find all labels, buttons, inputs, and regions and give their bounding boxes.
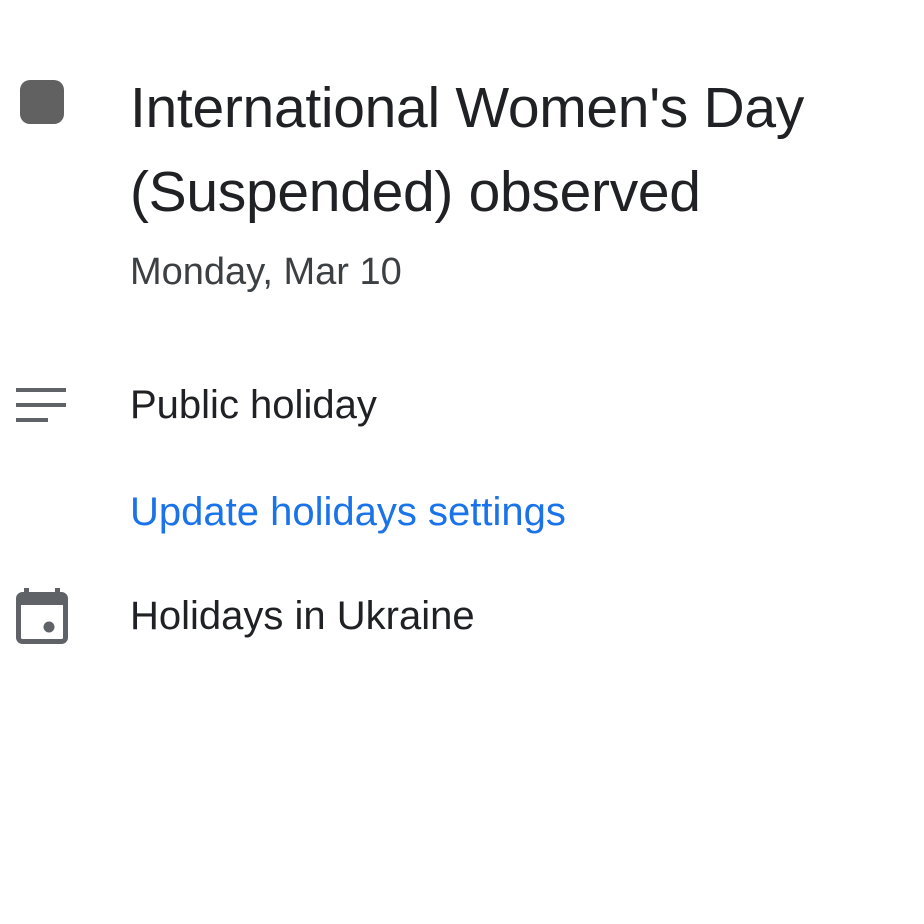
calendar-name: Holidays in Ukraine bbox=[130, 594, 475, 638]
update-holidays-settings-link[interactable]: Update holidays settings bbox=[130, 487, 566, 537]
calendar-icon bbox=[16, 588, 68, 644]
event-description: Public holiday bbox=[130, 383, 377, 427]
event-date: Monday, Mar 10 bbox=[130, 251, 402, 293]
event-title: International Women's Day (Suspended) ob… bbox=[130, 76, 804, 224]
event-color-chip bbox=[20, 80, 64, 124]
notes-icon bbox=[16, 388, 66, 422]
